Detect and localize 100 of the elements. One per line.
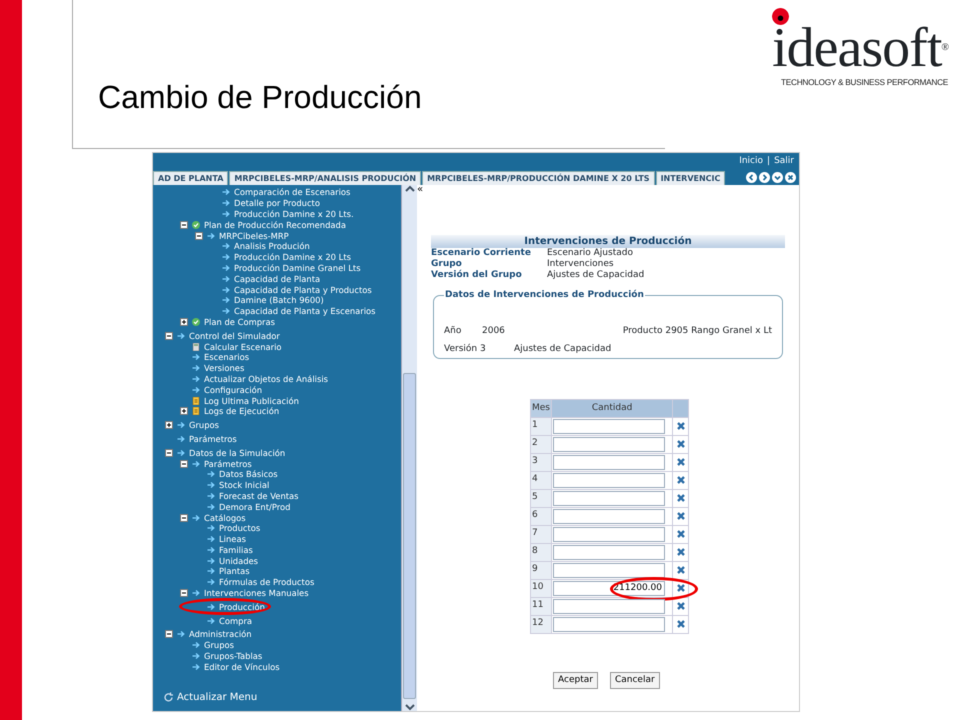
menu-item[interactable]: Plan de Compras [204,316,275,327]
menu-item[interactable]: Grupos-Tablas [204,651,262,662]
tab[interactable]: AD DE PLANTA [153,171,228,185]
menu-item[interactable]: Grupos [189,420,220,430]
collapse-icon[interactable] [180,589,188,598]
delete-icon[interactable] [674,600,687,612]
menu-item[interactable]: Producción Damine x 20 Lts. [234,208,354,219]
tab[interactable]: INTERVENCIC [656,171,726,185]
menu-item[interactable]: Datos de la Simulación [189,448,286,458]
delete-icon[interactable] [674,456,687,468]
quantity-field[interactable] [553,454,665,470]
menu-item[interactable]: Escenarios [204,352,250,362]
menu-item[interactable]: Control del Simulador [189,330,280,341]
menu-item[interactable]: Intervenciones Manuales [204,588,309,598]
menu-item[interactable]: Catálogos [204,512,246,522]
menu-item[interactable]: Parámetros [204,458,252,469]
menu-item[interactable]: Fórmulas de Productos [219,577,314,588]
arrow-icon [192,374,200,383]
expand-icon[interactable] [180,318,188,326]
delete-icon[interactable] [674,492,687,504]
menu-item[interactable]: Compra [219,616,252,626]
collapse-icon[interactable] [180,514,188,522]
top-link[interactable]: Inicio [739,155,764,169]
next-icon[interactable] [759,172,770,183]
menu-item[interactable]: Calcular Escenario [204,342,282,352]
delete-icon[interactable] [674,438,687,450]
menu-item[interactable]: MRPCibeles-MRP [219,230,289,241]
arrow-icon [177,434,185,443]
scroll-down-icon[interactable] [404,703,414,711]
tab[interactable]: MRPCIBELES-MRP/ANALISIS PRODUCIÓN [229,171,422,185]
collapse-icon[interactable] [180,460,188,468]
scroll-up-icon[interactable] [404,185,414,193]
delete-icon[interactable] [674,618,687,630]
collapse-icon[interactable] [165,630,173,638]
form-button[interactable]: Cancelar [610,672,660,690]
menu-item[interactable]: Log Ultima Publicación [204,396,299,406]
expand-icon[interactable] [165,421,173,430]
top-link[interactable]: Salir [774,155,794,169]
delete-icon[interactable] [674,510,687,522]
menu-item[interactable]: Damine (Batch 9600) [234,295,324,306]
menu-item[interactable]: Actualizar Objetos de Análisis [204,374,328,384]
menu-item[interactable]: Grupos [204,640,234,650]
menu-item[interactable]: Producción Damine x 20 Lts [234,252,351,262]
scrollbar-thumb[interactable] [403,373,416,699]
quantity-field[interactable] [553,436,665,452]
menu-item[interactable]: Configuración [204,384,262,395]
delete-icon[interactable] [674,564,687,576]
menu-item[interactable]: Detalle por Producto [234,198,320,208]
menu-item[interactable]: Datos Básicos [219,469,278,480]
quantity-field[interactable] [553,472,665,488]
quantity-field[interactable] [553,544,665,560]
menu-item[interactable]: Productos [219,523,260,534]
menu-item[interactable]: Editor de Vínculos [204,662,280,672]
menu-item[interactable]: Plantas [219,566,250,576]
field-value: Ajustes de Capacidad [547,270,644,281]
quantity-field[interactable] [553,598,665,614]
delete-icon[interactable] [674,528,687,540]
menu-item[interactable]: Stock Inicial [219,480,270,490]
collapse-icon[interactable] [165,332,173,340]
menu-item[interactable]: Familias [219,544,253,555]
quantity-field[interactable] [553,418,665,434]
menu-item[interactable]: Capacidad de Planta y Productos [234,284,372,295]
expand-icon[interactable] [180,407,188,416]
delete-icon[interactable] [674,474,687,486]
menu-item[interactable]: Analisis Produción [234,241,310,252]
quantity-field[interactable] [553,616,665,632]
dropdown-icon[interactable] [772,172,783,183]
menu-item[interactable]: Capacidad de Planta y Escenarios [234,306,376,316]
menu-item[interactable]: Comparación de Escenarios [234,187,350,198]
form-button[interactable]: Aceptar [553,672,598,690]
menu-item[interactable]: Unidades [219,556,258,566]
quantity-field[interactable] [553,562,665,578]
close-icon[interactable] [785,172,796,183]
collapse-icon[interactable] [195,232,203,240]
delete-icon[interactable] [674,582,687,594]
tab[interactable]: MRPCIBELES-MRP/PRODUCCIÓN DAMINE X 20 LTS [422,171,655,185]
menu-item[interactable]: Forecast de Ventas [219,490,299,501]
menu-item[interactable]: Parámetros [189,434,237,444]
menu-item[interactable]: Versiones [204,363,244,374]
quantity-field[interactable] [553,526,665,542]
delete-icon[interactable] [674,420,687,432]
menu-item[interactable]: Demora Ent/Prod [219,502,290,512]
previous-icon[interactable] [746,172,757,183]
arrow-icon [207,578,215,586]
menu-item[interactable]: Capacidad de Planta [234,274,320,284]
menu-item[interactable]: Logs de Ejecución [204,406,280,416]
menu-item[interactable]: Plan de Producción Recomendada [204,220,346,230]
menu-item[interactable]: Producción Damine Granel Lts [234,262,361,273]
delete-icon[interactable] [674,546,687,558]
menu-item[interactable]: Administración [189,629,252,640]
collapse-button[interactable]: « [417,185,424,195]
menu-item[interactable]: Lineas [219,534,246,544]
quantity-field[interactable] [553,490,665,506]
quantity-field[interactable] [553,508,665,524]
quantity-field[interactable]: 211200.00 [553,580,665,596]
menu-item[interactable]: Producción [219,602,265,612]
arrow-icon [177,630,185,638]
refresh-menu-link[interactable]: Actualizar Menu [177,690,258,705]
collapse-icon[interactable] [180,220,188,229]
collapse-icon[interactable] [165,448,173,457]
